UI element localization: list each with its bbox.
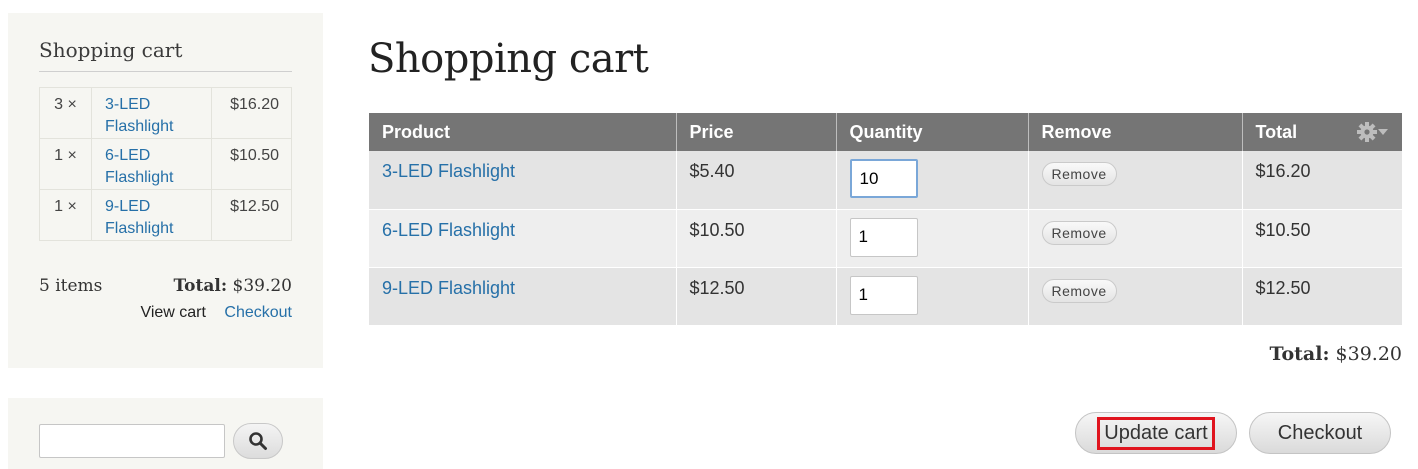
remove-button[interactable]: Remove	[1041, 220, 1117, 245]
table-row: 6-LED Flashlight $10.50 Remove $10.50	[369, 209, 1402, 268]
cart-total-label: Total:	[1269, 343, 1330, 365]
sidebar-total-label: Total:	[173, 276, 228, 296]
cart-total-value: $39.20	[1335, 343, 1402, 365]
product-link[interactable]: 6-LED Flashlight	[382, 220, 515, 240]
quantity-input[interactable]	[849, 159, 918, 198]
column-header-quantity: Quantity	[836, 113, 1029, 151]
remove-button[interactable]: Remove	[1041, 162, 1117, 186]
sidebar-item-qty: 1 ×	[39, 189, 92, 241]
sidebar-item-price: $10.50	[211, 138, 292, 190]
sidebar-item-price: $12.50	[211, 189, 292, 241]
line-total: $10.50	[1242, 209, 1402, 268]
sidebar-item-qty: 3 ×	[39, 87, 92, 139]
sidebar-item-link[interactable]: 3-LED Flashlight	[105, 96, 173, 135]
search-icon	[249, 432, 267, 450]
sidebar-item-link[interactable]: 9-LED Flashlight	[105, 198, 173, 237]
sidebar-cart-total: Total: $39.20	[173, 276, 292, 296]
sidebar-cart-table: 3 × 3-LED Flashlight $16.20 1 × 6-LED Fl…	[39, 87, 292, 241]
column-header-product: Product	[369, 113, 677, 151]
unit-price: $12.50	[676, 267, 837, 326]
search-button[interactable]	[233, 423, 283, 459]
sidebar-item-count: 5 items	[39, 276, 103, 296]
cart-total: Total: $39.20	[1270, 343, 1402, 365]
table-row: 9-LED Flashlight $12.50 Remove $12.50	[369, 267, 1402, 326]
cart-table: Product Price Quantity Remove Total 3-LE…	[369, 113, 1402, 326]
update-cart-button[interactable]: Update cart	[1075, 412, 1237, 454]
gear-icon	[1357, 122, 1377, 142]
sidebar-item-price: $16.20	[211, 87, 292, 139]
column-header-remove: Remove	[1028, 113, 1243, 151]
column-header-total: Total	[1242, 113, 1402, 151]
sidebar-cart-title: Shopping cart	[39, 38, 292, 72]
chevron-down-icon	[1378, 129, 1388, 135]
cart-table-header: Product Price Quantity Remove Total	[369, 113, 1402, 151]
sidebar-checkout-link[interactable]: Checkout	[224, 304, 292, 321]
sidebar-item-qty: 1 ×	[39, 138, 92, 190]
remove-button[interactable]: Remove	[1041, 278, 1117, 303]
quantity-input[interactable]	[849, 217, 918, 257]
column-header-total-label: Total	[1255, 121, 1298, 142]
checkout-button[interactable]: Checkout	[1249, 412, 1391, 454]
sidebar-total-value: $39.20	[232, 276, 292, 296]
view-cart-link[interactable]: View cart	[140, 304, 206, 321]
sidebar-cart-row: 1 × 9-LED Flashlight $12.50	[39, 189, 292, 241]
sidebar-item-link[interactable]: 6-LED Flashlight	[105, 147, 173, 186]
sidebar-cart-links: View cart Checkout	[140, 304, 292, 322]
quantity-input[interactable]	[849, 275, 918, 315]
update-cart-label: Update cart	[1097, 416, 1215, 450]
sidebar-cart-row: 3 × 3-LED Flashlight $16.20	[39, 87, 292, 139]
line-total: $12.50	[1242, 267, 1402, 326]
table-row: 3-LED Flashlight $5.40 Remove $16.20	[369, 151, 1402, 210]
unit-price: $10.50	[676, 209, 837, 268]
column-header-price: Price	[676, 113, 837, 151]
sidebar-cart-row: 1 × 6-LED Flashlight $10.50	[39, 138, 292, 190]
product-link[interactable]: 9-LED Flashlight	[382, 278, 515, 298]
table-settings-button[interactable]	[1356, 121, 1388, 143]
line-total: $16.20	[1242, 151, 1402, 210]
sidebar-cart-block: Shopping cart 3 × 3-LED Flashlight $16.2…	[8, 13, 323, 368]
search-input[interactable]	[39, 424, 225, 458]
search-block	[8, 398, 323, 469]
unit-price: $5.40	[676, 151, 837, 210]
product-link[interactable]: 3-LED Flashlight	[382, 161, 515, 181]
page-title: Shopping cart	[368, 36, 649, 82]
